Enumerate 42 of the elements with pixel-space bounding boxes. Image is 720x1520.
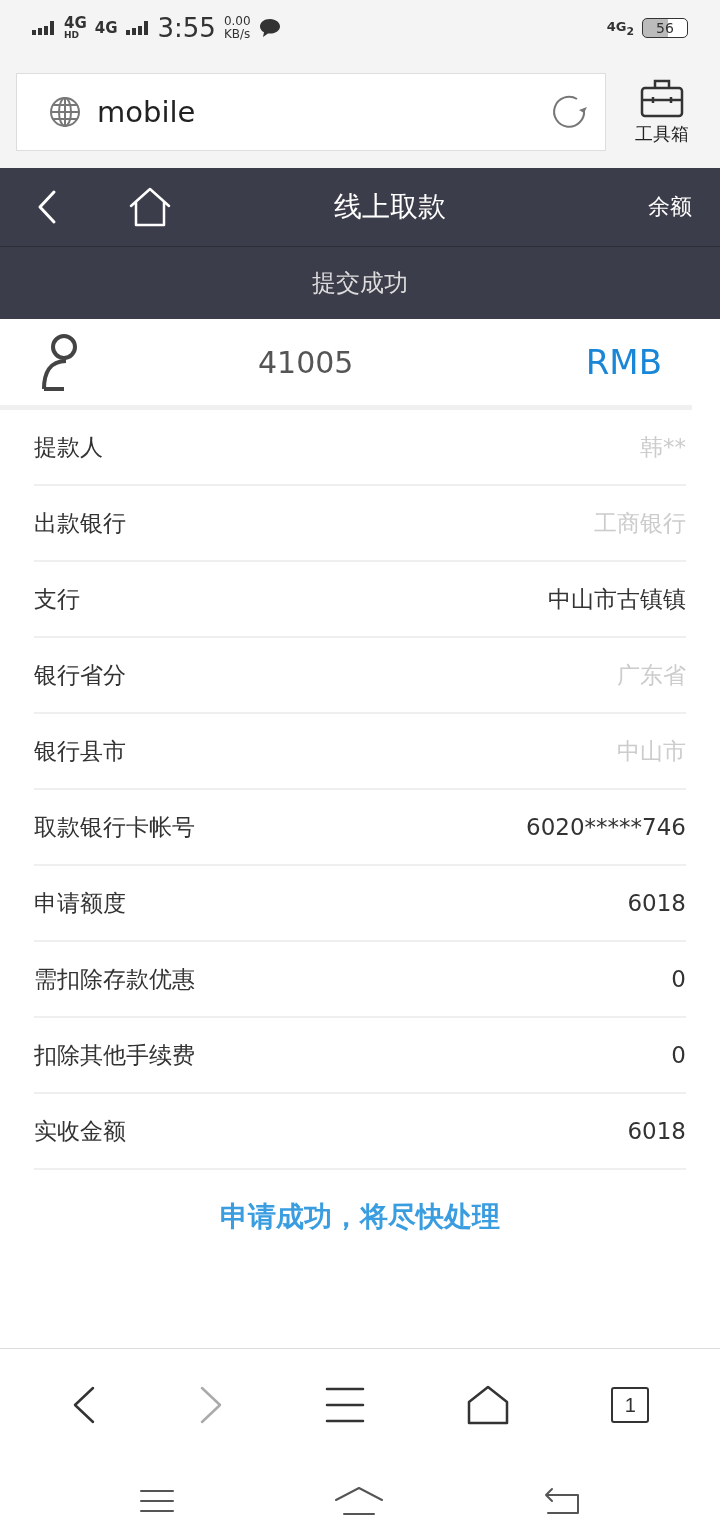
field-value: 0 <box>671 966 686 992</box>
menu-icon[interactable] <box>324 1387 365 1423</box>
field-label: 提款人 <box>34 432 103 462</box>
field-label: 扣除其他手续费 <box>34 1040 195 1070</box>
network-speed: 0.00 KB/s <box>223 15 251 41</box>
account-number: 41005 <box>257 344 355 380</box>
balance-link[interactable]: 余额 <box>648 192 692 222</box>
globe-icon <box>49 96 81 128</box>
field-value: 6018 <box>627 890 686 916</box>
back-icon[interactable] <box>544 1487 580 1515</box>
briefcase-icon <box>640 78 684 118</box>
network-type: 4G$_{2}$ <box>606 18 634 38</box>
home-icon[interactable] <box>466 1385 511 1425</box>
field-label: 银行县市 <box>34 736 126 766</box>
status-banner: 提交成功 <box>0 246 720 319</box>
field-label: 实收金额 <box>34 1116 126 1146</box>
clock: 3:55 <box>157 13 216 43</box>
signal-icon <box>125 21 150 35</box>
message-icon <box>258 18 281 38</box>
field-value: 6020*****746 <box>526 814 686 840</box>
field-label: 取款银行卡帐号 <box>34 812 195 842</box>
tabs-button[interactable]: 1 <box>611 1387 650 1423</box>
address-bar[interactable]: mobile <box>16 73 606 151</box>
field-value: 6018 <box>627 1118 686 1144</box>
menu-icon[interactable] <box>140 1489 174 1513</box>
field-label: 出款银行 <box>34 508 126 538</box>
refresh-icon[interactable] <box>551 93 589 131</box>
network-type: 4G <box>94 20 118 36</box>
page-title: 线上取款 <box>333 189 447 225</box>
back-icon[interactable] <box>36 189 58 225</box>
battery-level: 56 <box>642 18 688 38</box>
field-label: 需扣除存款优惠 <box>34 964 195 994</box>
toolbox-button[interactable]: 工具箱 <box>620 78 704 146</box>
field-label: 支行 <box>34 584 80 614</box>
field-value: 中山市古镇镇 <box>548 584 686 614</box>
home-icon[interactable] <box>334 1486 384 1516</box>
field-label: 申请额度 <box>34 888 126 918</box>
field-value: 0 <box>671 1042 686 1068</box>
currency-label: RMB <box>585 342 662 382</box>
success-message: 申请成功，将尽快处理 <box>220 1200 500 1233</box>
field-label: 银行省分 <box>34 660 126 690</box>
signal-icon <box>32 21 56 35</box>
